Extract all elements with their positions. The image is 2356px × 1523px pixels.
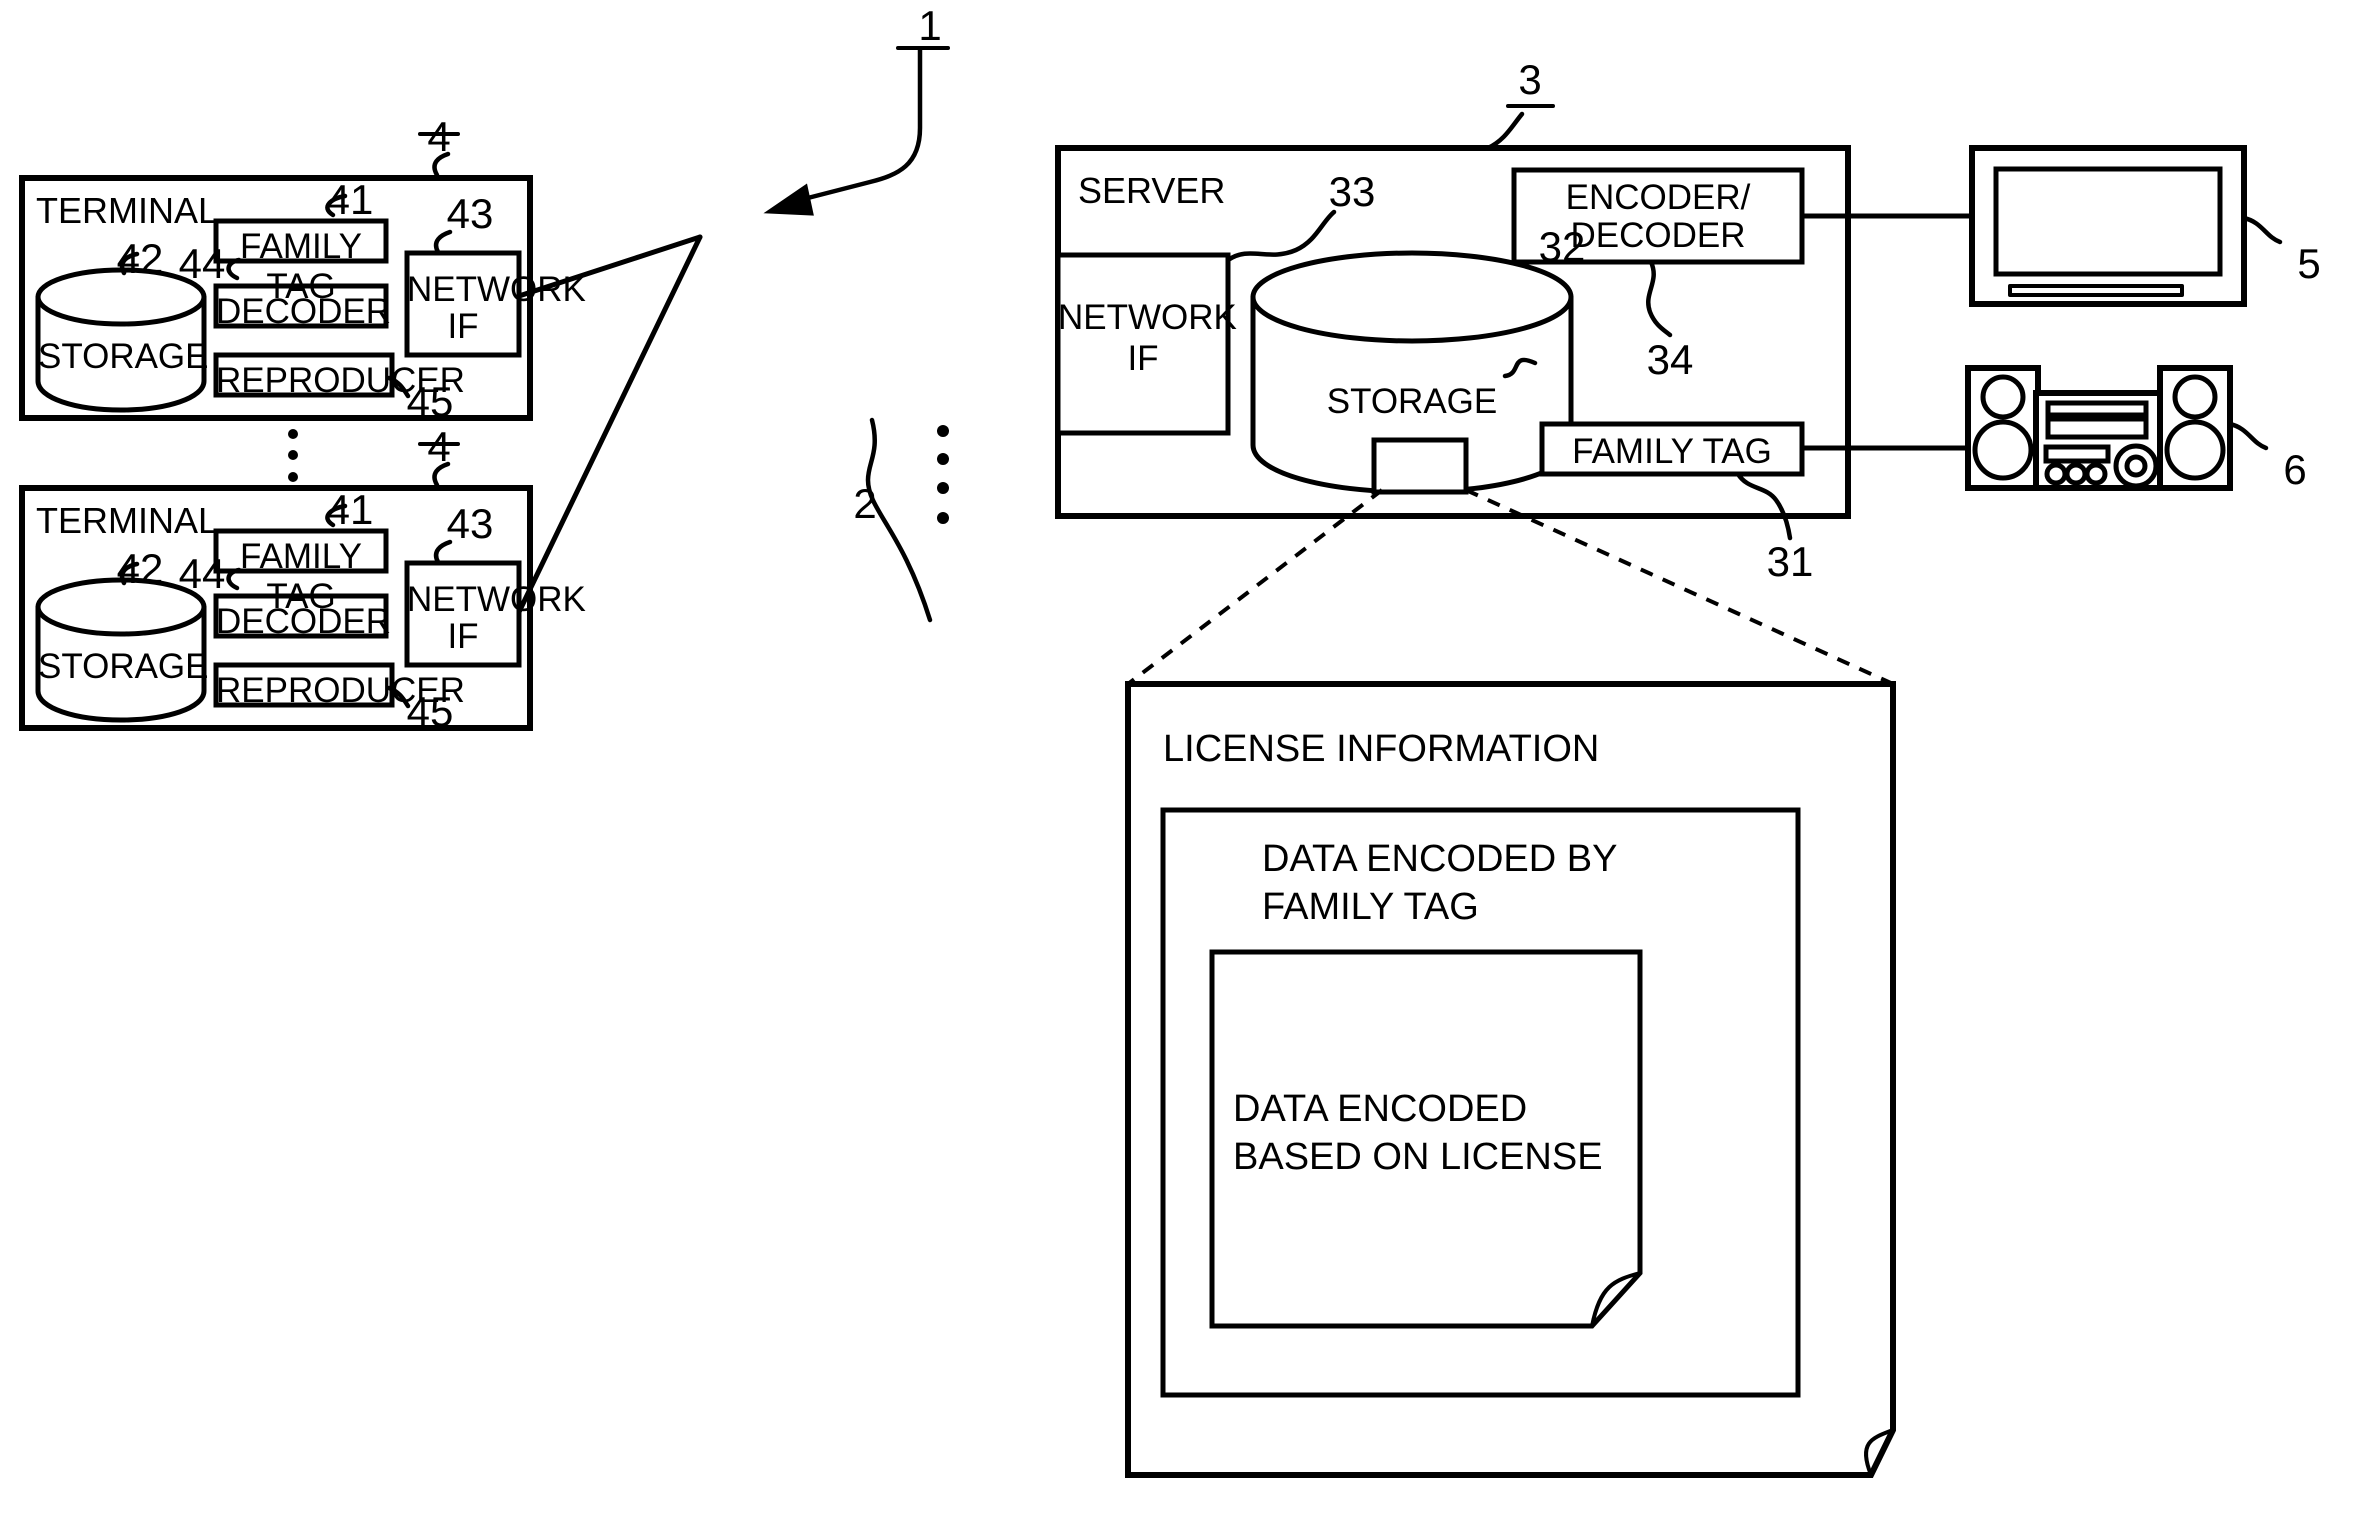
ref-34-server: 34 [1646, 336, 1694, 383]
server-storage-label: STORAGE [1326, 382, 1498, 421]
ref-32-server: 32 [1538, 223, 1586, 270]
terminal-upper-reproducer-label: REPRODUCER [216, 361, 465, 400]
terminal-lower-decoder-label: DECODER [216, 602, 392, 641]
ref-44-lower: 44 [178, 550, 226, 597]
terminal-upper-network-if-label-1: NETWORK [407, 270, 586, 309]
license-layer-line-2: BASED ON LICENSE [1233, 1136, 1603, 1178]
ref-42-lower: 42 [116, 545, 164, 592]
terminal-upper-title: TERMINAL [36, 190, 219, 231]
license-data-block [1371, 437, 1469, 495]
ref-2-network: 2 [853, 480, 877, 527]
system-reference-callout [763, 46, 950, 216]
ref-42-upper: 42 [116, 235, 164, 282]
ref-41-lower: 41 [326, 486, 374, 533]
family-tag-layer-line-2: FAMILY TAG [1262, 886, 1479, 928]
system-reference-number: 1 [918, 2, 942, 49]
ref-5-display: 5 [2297, 240, 2321, 287]
ref-33-server: 33 [1328, 168, 1376, 215]
license-document-title: LICENSE INFORMATION [1163, 728, 1600, 770]
server-family-tag-label: FAMILY TAG [1572, 432, 1772, 471]
ref-4-upper: 4 [427, 113, 451, 160]
terminal-upper-network-if-label-2: IF [447, 307, 479, 346]
ref-44-upper: 44 [178, 240, 226, 287]
server-title: SERVER [1078, 170, 1226, 211]
server-network-if-label-2: IF [1127, 339, 1159, 378]
terminal-lower-reproducer-label: REPRODUCER [216, 671, 465, 710]
television-display[interactable] [1969, 145, 2283, 307]
stereo-audio-system[interactable] [1965, 365, 2269, 491]
patent-figure-canvas: 1 TERMINAL STORAGE FAMILY TAG DECODER RE… [0, 0, 2356, 1523]
ref-31-server: 31 [1766, 538, 1814, 585]
ref-45-upper: 45 [406, 378, 454, 425]
terminal-lower-network-if-label-1: NETWORK [407, 580, 586, 619]
ref-6-audio: 6 [2283, 446, 2307, 493]
license-information-document[interactable] [1125, 681, 1896, 1478]
server-encoder-decoder-label-1: ENCODER/ [1565, 178, 1751, 217]
terminal-lower-network-if-label-2: IF [447, 617, 479, 656]
terminal-upper-decoder-label: DECODER [216, 292, 392, 331]
terminal-ellipsis [288, 429, 298, 482]
ref-43-upper: 43 [446, 190, 494, 237]
terminal-lower-title: TERMINAL [36, 500, 219, 541]
terminal-lower-storage-label: STORAGE [38, 647, 209, 686]
license-layer-line-1: DATA ENCODED [1233, 1088, 1528, 1130]
server-network-if-label-1: NETWORK [1058, 298, 1237, 337]
terminal-upper-storage-label: STORAGE [38, 337, 209, 376]
tv-screen [1993, 166, 2223, 277]
ref-45-lower: 45 [406, 688, 454, 735]
ref-41-upper: 41 [326, 176, 374, 223]
ref-3-server: 3 [1518, 56, 1542, 103]
ref-4-lower: 4 [427, 423, 451, 470]
license-expansion-lines [1126, 488, 1894, 686]
ref-43-lower: 43 [446, 500, 494, 547]
family-tag-layer-line-1: DATA ENCODED BY [1262, 838, 1618, 880]
